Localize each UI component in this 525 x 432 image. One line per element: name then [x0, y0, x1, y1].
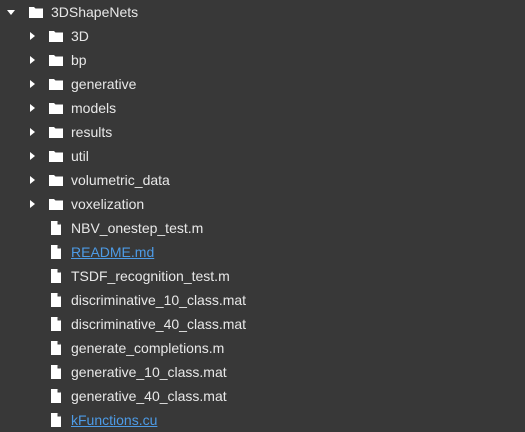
root-folder-label: 3DShapeNets — [51, 4, 139, 20]
folder-label: models — [71, 100, 117, 116]
folder-icon — [48, 196, 64, 212]
folder-icon — [48, 124, 64, 140]
folder-label: util — [71, 148, 89, 164]
chevron-down-icon[interactable] — [6, 7, 16, 17]
folder-label: generative — [71, 76, 137, 92]
folder-label: results — [71, 124, 113, 140]
tree-folder-item[interactable]: voxelization — [0, 192, 525, 216]
file-icon — [48, 364, 64, 380]
file-link[interactable]: kFunctions.cu — [71, 408, 157, 432]
tree-file-item[interactable]: generate_completions.m — [0, 336, 525, 360]
file-icon — [48, 244, 64, 260]
chevron-right-icon[interactable] — [27, 199, 37, 209]
folder-icon — [48, 52, 64, 68]
file-label: generate_completions.m — [71, 340, 225, 356]
folder-label: volumetric_data — [71, 172, 170, 188]
tree-file-item[interactable]: TSDF_recognition_test.m — [0, 264, 525, 288]
tree-file-item[interactable]: generative_10_class.mat — [0, 360, 525, 384]
folder-icon — [48, 148, 64, 164]
tree-folder-item[interactable]: volumetric_data — [0, 168, 525, 192]
file-label: generative_10_class.mat — [71, 364, 227, 380]
file-icon — [48, 316, 64, 332]
file-link[interactable]: README.md — [71, 240, 154, 264]
file-icon — [48, 412, 64, 428]
tree-file-item[interactable]: NBV_onestep_test.m — [0, 216, 525, 240]
tree-folder-item[interactable]: bp — [0, 48, 525, 72]
tree-file-item[interactable]: discriminative_40_class.mat — [0, 312, 525, 336]
tree-file-item[interactable]: README.md — [0, 240, 525, 264]
tree-folder-item[interactable]: generative — [0, 72, 525, 96]
folder-label: bp — [71, 52, 87, 68]
file-icon — [48, 340, 64, 356]
file-icon — [48, 388, 64, 404]
folder-icon — [48, 100, 64, 116]
file-tree: 3DShapeNets 3D bp generative models results u… — [0, 0, 525, 432]
chevron-right-icon[interactable] — [27, 151, 37, 161]
tree-folder-item[interactable]: 3D — [0, 24, 525, 48]
tree-folder-item[interactable]: models — [0, 96, 525, 120]
folder-icon — [48, 172, 64, 188]
file-label: generative_40_class.mat — [71, 388, 227, 404]
chevron-right-icon[interactable] — [27, 31, 37, 41]
file-icon — [48, 292, 64, 308]
tree-folder-item[interactable]: results — [0, 120, 525, 144]
folder-icon — [48, 28, 64, 44]
file-label: NBV_onestep_test.m — [71, 220, 204, 236]
file-label: discriminative_10_class.mat — [71, 292, 247, 308]
tree-root-folder[interactable]: 3DShapeNets — [0, 0, 525, 24]
chevron-right-icon[interactable] — [27, 79, 37, 89]
tree-file-item[interactable]: kFunctions.cu — [0, 408, 525, 432]
chevron-right-icon[interactable] — [27, 103, 37, 113]
file-label: discriminative_40_class.mat — [71, 316, 247, 332]
file-icon — [48, 268, 64, 284]
folder-icon — [48, 76, 64, 92]
folder-label: voxelization — [71, 196, 145, 212]
chevron-right-icon[interactable] — [27, 127, 37, 137]
folder-label: 3D — [71, 28, 89, 44]
file-label: TSDF_recognition_test.m — [71, 268, 230, 284]
chevron-right-icon[interactable] — [27, 175, 37, 185]
file-icon — [48, 220, 64, 236]
tree-file-item[interactable]: generative_40_class.mat — [0, 384, 525, 408]
folder-icon — [28, 4, 44, 20]
tree-file-item[interactable]: discriminative_10_class.mat — [0, 288, 525, 312]
chevron-right-icon[interactable] — [27, 55, 37, 65]
tree-folder-item[interactable]: util — [0, 144, 525, 168]
